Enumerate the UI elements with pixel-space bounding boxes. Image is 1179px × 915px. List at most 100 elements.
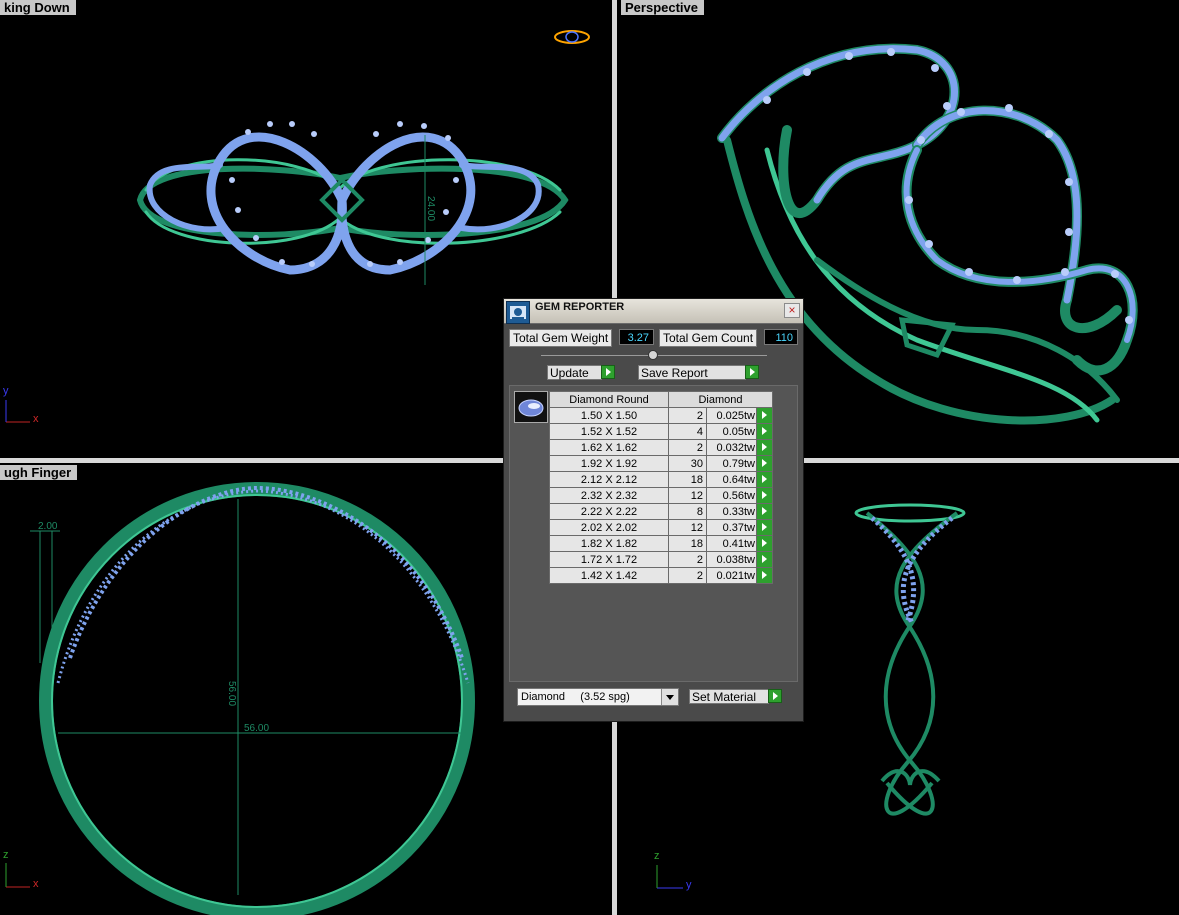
set-material-go-icon[interactable] (768, 689, 782, 703)
gem-size-cell: 1.72 X 1.72 (549, 551, 669, 568)
gem-count-cell: 2 (668, 439, 707, 456)
gem-weight-cell: 0.41tw (706, 535, 757, 552)
gem-table-row[interactable]: 2.32 X 2.32 12 0.56tw (549, 487, 773, 504)
gem-weight-cell: 0.37tw (706, 519, 757, 536)
gem-weight-cell: 0.64tw (706, 471, 757, 488)
gem-size-cell: 1.42 X 1.42 (549, 567, 669, 584)
band-rail (764, 147, 1100, 423)
gem-weight-cell: 0.56tw (706, 487, 757, 504)
play-arrow-icon[interactable] (756, 567, 773, 584)
heart-loop (912, 105, 1122, 333)
play-arrow-icon[interactable] (756, 471, 773, 488)
gem-table-row[interactable]: 1.82 X 1.82 18 0.41tw (549, 535, 773, 552)
col-material-header: Diamond (668, 391, 773, 408)
gem-reporter-dialog: GEM REPORTER × Total Gem Weight 3.27 Tot… (503, 298, 804, 722)
material-select-value: Diamond (3.52 spg) (521, 691, 630, 703)
gem-count-cell: 4 (668, 423, 707, 440)
total-weight-value: 3.27 (619, 329, 654, 345)
gem-count-cell: 18 (668, 471, 707, 488)
play-arrow-icon[interactable] (756, 519, 773, 536)
gem-weight-cell: 0.79tw (706, 455, 757, 472)
twist-strand (865, 511, 935, 816)
gem-size-cell: 2.22 X 2.22 (549, 503, 669, 520)
gem-count-cell: 12 (668, 519, 707, 536)
heart-loop (913, 107, 1081, 304)
gem-table-row[interactable]: 2.22 X 2.22 8 0.33tw (549, 503, 773, 520)
col-shape-header: Diamond Round (549, 391, 669, 408)
heart-loop (717, 43, 960, 218)
play-arrow-icon[interactable] (756, 503, 773, 520)
gem-table-row[interactable]: 1.50 X 1.50 2 0.025tw (549, 407, 773, 424)
play-arrow-icon[interactable] (756, 455, 773, 472)
gem-weight-cell: 0.025tw (706, 407, 757, 424)
gem-rows: 1.50 X 1.50 2 0.025tw 1.52 X 1.52 4 0.05tw 1.6… (549, 407, 773, 584)
axis-x-label: x (33, 413, 39, 425)
axis-z-label: z (3, 849, 9, 861)
gem-weight-cell: 0.021tw (706, 567, 757, 584)
gem-gizmo-icon (554, 30, 590, 44)
axis-y-label: y (3, 385, 9, 397)
gem-size-cell: 1.52 X 1.52 (549, 423, 669, 440)
dim-thickness-text: 2.00 (38, 521, 58, 532)
gem-table-row[interactable]: 1.92 X 1.92 30 0.79tw (549, 455, 773, 472)
gem-reporter-logo-icon (506, 301, 530, 324)
set-material-button-label: Set Material (692, 690, 757, 704)
gem-count-cell: 8 (668, 503, 707, 520)
gem-size-cell: 2.12 X 2.12 (549, 471, 669, 488)
gem-table: Diamond Round Diamond 1.50 X 1.50 2 0.025t… (549, 391, 773, 584)
gem-count-cell: 18 (668, 535, 707, 552)
dim-width-text: 24.00 (425, 196, 436, 221)
gem-rail (68, 485, 464, 659)
save-report-button[interactable]: Save Report (638, 365, 746, 380)
axis-y-label: y (686, 879, 692, 891)
play-arrow-icon[interactable] (756, 551, 773, 568)
set-material-button[interactable]: Set Material (689, 689, 769, 704)
material-select[interactable]: Diamond (3.52 spg) (517, 688, 679, 706)
play-arrow-icon[interactable] (756, 439, 773, 456)
heart-loop (206, 132, 347, 275)
gem-table-row[interactable]: 2.12 X 2.12 18 0.64tw (549, 471, 773, 488)
axis-x-label: x (33, 878, 39, 890)
shank-outer (39, 482, 475, 915)
save-report-button-label: Save Report (641, 366, 708, 380)
update-button-label: Update (550, 366, 589, 380)
gem-table-row[interactable]: 1.52 X 1.52 4 0.05tw (549, 423, 773, 440)
twist-strand (884, 511, 959, 816)
gem-table-row[interactable]: 2.02 X 2.02 12 0.37tw (549, 519, 773, 536)
gem-table-row[interactable]: 1.42 X 1.42 2 0.021tw (549, 567, 773, 584)
gem-weight-cell: 0.33tw (706, 503, 757, 520)
dropdown-arrow-icon[interactable] (661, 689, 678, 705)
dialog-titlebar[interactable]: GEM REPORTER × (504, 299, 803, 324)
gem-rail (56, 489, 470, 684)
gem-count-cell: 2 (668, 567, 707, 584)
heart-loop (718, 45, 958, 204)
total-count-label: Total Gem Count (659, 329, 758, 347)
gem-table-row[interactable]: 1.72 X 1.72 2 0.038tw (549, 551, 773, 568)
play-arrow-icon[interactable] (756, 487, 773, 504)
dialog-title: GEM REPORTER (535, 301, 625, 313)
play-arrow-icon[interactable] (756, 407, 773, 424)
gem-weight-cell: 0.05tw (706, 423, 757, 440)
axis-z-label: z (654, 850, 660, 862)
total-count-value: 110 (764, 329, 798, 345)
gem-size-cell: 1.50 X 1.50 (549, 407, 669, 424)
dim-diameter-text: 56.00 (244, 723, 269, 734)
diamond-round-icon[interactable] (514, 391, 548, 423)
slider-handle-icon[interactable] (648, 350, 658, 360)
gem-size-cell: 2.32 X 2.32 (549, 487, 669, 504)
gem-size-cell: 2.02 X 2.02 (549, 519, 669, 536)
gem-count-cell: 2 (668, 407, 707, 424)
close-icon[interactable]: × (784, 303, 800, 318)
total-weight-label: Total Gem Weight (509, 329, 613, 347)
play-arrow-icon[interactable] (756, 423, 773, 440)
gem-size-cell: 1.92 X 1.92 (549, 455, 669, 472)
gem-weight-cell: 0.038tw (706, 551, 757, 568)
gem-size-cell: 1.62 X 1.62 (549, 439, 669, 456)
play-arrow-icon[interactable] (756, 535, 773, 552)
update-go-icon[interactable] (601, 365, 615, 379)
gem-size-cell: 1.82 X 1.82 (549, 535, 669, 552)
save-report-go-icon[interactable] (745, 365, 759, 379)
gem-weight-cell: 0.032tw (706, 439, 757, 456)
update-button[interactable]: Update (547, 365, 602, 380)
gem-table-row[interactable]: 1.62 X 1.62 2 0.032tw (549, 439, 773, 456)
